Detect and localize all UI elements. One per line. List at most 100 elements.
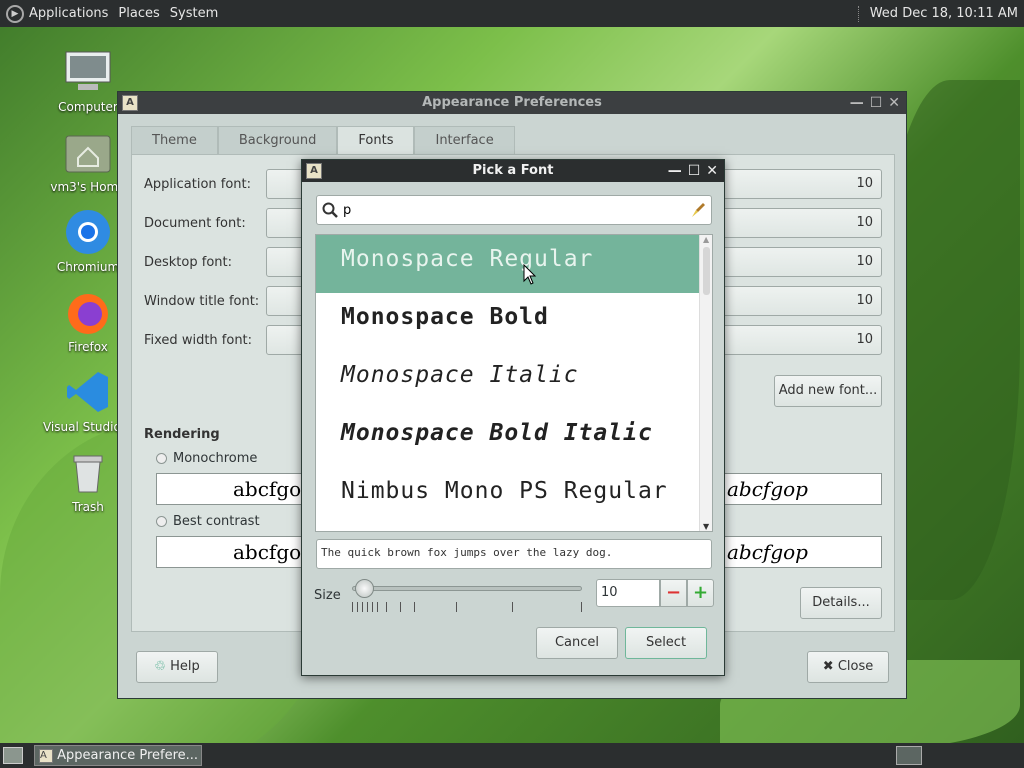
font-list[interactable]: Monospace Regular Monospace Bold Monospa…	[315, 234, 713, 532]
font-size-value: 10	[856, 332, 873, 347]
slider-tick	[456, 602, 457, 612]
help-button[interactable]: ♲ Help	[136, 651, 218, 683]
menu-places[interactable]: Places	[118, 6, 159, 21]
font-row-desktop: Desktop font:	[144, 247, 266, 277]
desktop-icon-label: vm3's Home	[50, 180, 126, 194]
font-list-item[interactable]: Monospace Bold	[316, 293, 712, 351]
cancel-button[interactable]: Cancel	[536, 627, 618, 659]
appearance-app-icon: A	[122, 95, 138, 111]
select-button[interactable]: Select	[625, 627, 707, 659]
render-option-label: Monochrome	[173, 451, 258, 466]
clock[interactable]: Wed Dec 18, 10:11 AM	[870, 6, 1018, 21]
font-search-input[interactable]	[343, 201, 683, 219]
slider-track[interactable]	[352, 586, 582, 591]
workspace-switcher[interactable]	[896, 746, 922, 765]
scrollbar-thumb[interactable]	[703, 247, 710, 295]
slider-tick	[357, 602, 358, 612]
mouse-pointer-icon	[523, 264, 537, 285]
radio-icon[interactable]	[156, 516, 167, 527]
radio-icon[interactable]	[156, 453, 167, 464]
desktop-icon-label: Chromium	[56, 260, 120, 274]
slider-tick	[367, 602, 368, 612]
slider-tick	[352, 602, 353, 612]
font-row-label: Window title font:	[144, 293, 260, 309]
menu-system[interactable]: System	[170, 6, 218, 21]
slider-tick	[400, 602, 401, 612]
font-row-application: Application font:	[144, 169, 266, 199]
minimize-icon[interactable]: —	[668, 160, 682, 182]
top-panel: ▶ Applications Places System Wed Dec 18,…	[0, 0, 1024, 27]
slider-tick	[512, 602, 513, 612]
render-option-best-contrast[interactable]: Best contrast	[156, 514, 260, 529]
scroll-down-icon[interactable]: ▼	[703, 522, 709, 531]
sample-text-italic: abcfgop	[727, 540, 808, 564]
font-row-label: Desktop font:	[144, 254, 232, 270]
decrease-size-button[interactable]: −	[660, 579, 687, 607]
tab-theme[interactable]: Theme	[131, 126, 218, 154]
window-titlebar[interactable]: A Appearance Preferences — ☐ ✕	[118, 92, 906, 114]
search-icon	[322, 202, 338, 218]
scroll-up-icon[interactable]: ▲	[703, 235, 709, 244]
menu-applications[interactable]: Applications	[29, 6, 108, 21]
size-label: Size	[314, 588, 341, 603]
tab-bar: Theme Background Fonts Interface	[131, 126, 515, 154]
desktop-icon-label: Firefox	[68, 340, 108, 354]
font-row-label: Fixed width font:	[144, 332, 253, 348]
slider-knob[interactable]	[355, 579, 374, 598]
render-option-monochrome[interactable]: Monochrome	[156, 451, 257, 466]
minus-icon: −	[665, 582, 682, 603]
minimize-icon[interactable]: —	[850, 92, 864, 114]
font-size-value: 10	[856, 254, 873, 269]
increase-size-button[interactable]: +	[687, 579, 714, 607]
add-new-font-button[interactable]: Add new font...	[774, 375, 882, 407]
slider-tick	[372, 602, 373, 612]
maximize-icon[interactable]: ☐	[870, 92, 883, 114]
font-row-fixed-width: Fixed width font:	[144, 325, 266, 355]
font-size-value: 10	[856, 293, 873, 308]
font-row-label: Document font:	[144, 215, 246, 231]
font-list-item[interactable]: Nimbus Mono PS Regular	[316, 467, 712, 525]
close-icon[interactable]: ✕	[888, 92, 900, 114]
panel-separator	[857, 5, 860, 22]
slider-tick	[377, 602, 378, 612]
slider-tick	[581, 602, 582, 612]
firefox-icon	[64, 288, 112, 336]
vscode-icon	[64, 368, 112, 416]
slider-tick	[386, 602, 387, 612]
clear-search-icon[interactable]	[689, 201, 707, 219]
home-folder-icon	[64, 128, 112, 176]
font-list-item[interactable]: Monospace Regular	[316, 235, 712, 293]
pick-font-dialog: A Pick a Font — ☐ ✕ Monospace Regular Mo…	[301, 159, 725, 676]
font-list-item[interactable]: Monospace Bold Italic	[316, 409, 712, 467]
maximize-icon[interactable]: ☐	[688, 160, 701, 182]
size-input[interactable]: 10	[596, 579, 660, 607]
close-button[interactable]: ✖ Close	[807, 651, 889, 683]
system-logo-icon[interactable]: ▶	[6, 4, 24, 23]
help-label: Help	[170, 659, 200, 674]
close-icon[interactable]: ✕	[706, 160, 718, 182]
font-list-scrollbar[interactable]: ▲ ▼	[699, 235, 712, 531]
tab-interface[interactable]: Interface	[414, 126, 515, 154]
dialog-titlebar[interactable]: A Pick a Font — ☐ ✕	[302, 160, 724, 182]
show-desktop-icon[interactable]	[3, 747, 23, 764]
taskbar-window-label: Appearance Prefere...	[57, 748, 199, 763]
dialog-app-icon: A	[306, 163, 322, 179]
taskbar-window-button[interactable]: A Appearance Prefere...	[34, 745, 202, 766]
font-search-box[interactable]	[316, 195, 712, 225]
size-slider[interactable]	[352, 578, 582, 612]
desktop-icon-label: Computer	[58, 100, 118, 114]
slider-tick	[362, 602, 363, 612]
tab-background[interactable]: Background	[217, 126, 338, 154]
font-size-value: 10	[856, 215, 873, 230]
details-button[interactable]: Details...	[800, 587, 882, 619]
dialog-title: Pick a Font	[472, 163, 554, 178]
sample-text-italic: abcfgop	[727, 477, 808, 501]
font-list-item[interactable]: Monospace Italic	[316, 351, 712, 409]
help-icon: ♲	[154, 659, 166, 674]
close-x-icon: ✖	[822, 659, 834, 674]
tab-fonts[interactable]: Fonts	[337, 126, 415, 154]
taskbar-app-icon: A	[39, 748, 53, 763]
font-preview-text[interactable]: The quick brown fox jumps over the lazy …	[316, 539, 712, 569]
plus-icon: +	[692, 582, 709, 603]
bottom-panel: A Appearance Prefere...	[0, 743, 1024, 768]
